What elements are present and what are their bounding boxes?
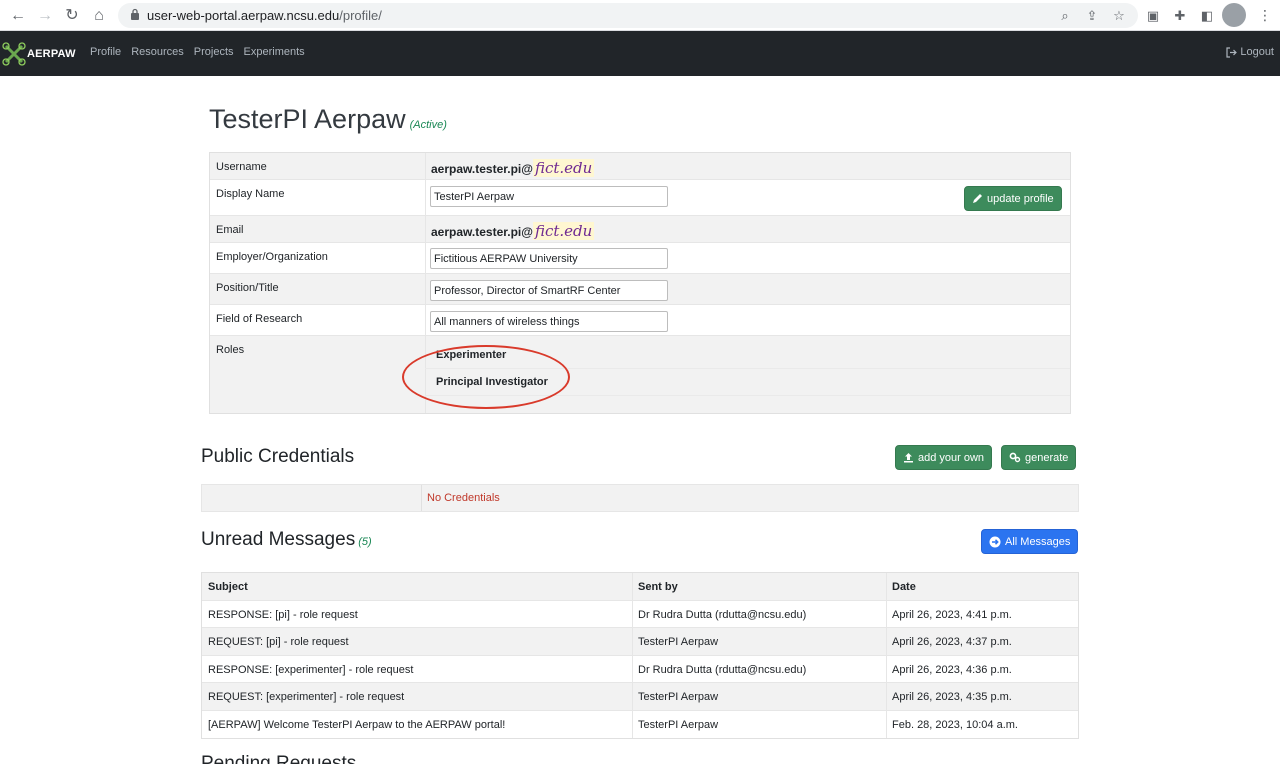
position-input[interactable]: [430, 280, 668, 301]
employer-input[interactable]: [430, 248, 668, 269]
home-icon[interactable]: ⌂: [89, 6, 109, 26]
credentials-table: No Credentials: [201, 484, 1079, 512]
message-sender: TesterPI Aerpaw: [638, 636, 719, 648]
pending-requests-title: Pending Requests: [201, 753, 357, 764]
lock-icon: [131, 8, 139, 20]
menu-icon[interactable]: ⋮: [1258, 5, 1272, 25]
roles-label: Roles: [216, 344, 245, 356]
annotation-ellipse: [402, 345, 570, 409]
display-name-row: Display Name update profile: [210, 180, 1070, 216]
table-row[interactable]: REQUEST: [experimenter] - role request T…: [202, 683, 1078, 711]
username-domain: fict.edu: [532, 159, 595, 177]
share-icon[interactable]: ⇪: [1083, 7, 1101, 25]
email-row: Email aerpaw.tester.pi@ fict.edu: [210, 216, 1070, 243]
username-row: Username aerpaw.tester.pi@ fict.edu: [210, 153, 1070, 180]
messages-header-row: Subject Sent by Date: [202, 573, 1078, 601]
field-of-research-label: Field of Research: [216, 313, 303, 325]
arrow-circle-right-icon: [989, 536, 1001, 547]
brand[interactable]: AERPAW: [2, 41, 76, 67]
page-title: TesterPI Aerpaw (Active): [209, 104, 447, 135]
side-panel-icon[interactable]: ◧: [1198, 7, 1216, 25]
update-profile-button[interactable]: update profile: [964, 186, 1062, 211]
gears-icon: [1009, 452, 1021, 463]
table-row[interactable]: [AERPAW] Welcome TesterPI Aerpaw to the …: [202, 710, 1078, 738]
nav-resources-link[interactable]: Resources: [131, 46, 184, 58]
employer-label: Employer/Organization: [216, 251, 328, 263]
site-navbar: AERPAW Profile Resources Projects Experi…: [0, 31, 1280, 76]
header-subject: Subject: [208, 581, 248, 593]
credentials-title: Public Credentials: [201, 446, 355, 467]
profile-table: Username aerpaw.tester.pi@ fict.edu Displ…: [209, 152, 1071, 414]
display-name-input[interactable]: [430, 186, 668, 207]
url-text: user-web-portal.aerpaw.ncsu.edu/profile/: [147, 8, 382, 23]
position-row: Position/Title: [210, 274, 1070, 305]
all-messages-button[interactable]: All Messages: [981, 529, 1079, 554]
status-badge: (Active): [409, 119, 447, 131]
field-of-research-row: Field of Research: [210, 305, 1070, 336]
employer-row: Employer/Organization: [210, 243, 1070, 274]
forward-icon[interactable]: →: [35, 6, 55, 26]
messages-table: Subject Sent by Date RESPONSE: [pi] - ro…: [201, 572, 1079, 739]
zoom-icon[interactable]: ⌕: [1056, 7, 1074, 25]
email-label: Email: [216, 224, 244, 236]
position-label: Position/Title: [216, 282, 279, 294]
email-domain: fict.edu: [532, 222, 595, 240]
brand-name: AERPAW: [27, 48, 76, 60]
message-subject[interactable]: REQUEST: [pi] - role request: [208, 636, 349, 648]
message-date: April 26, 2023, 4:36 p.m.: [892, 663, 1012, 676]
back-icon[interactable]: ←: [8, 6, 28, 26]
message-subject[interactable]: REQUEST: [experimenter] - role request: [208, 691, 404, 703]
user-full-name: TesterPI Aerpaw: [209, 104, 406, 134]
message-date: Feb. 28, 2023, 10:04 a.m.: [892, 718, 1018, 731]
profile-avatar[interactable]: [1222, 3, 1246, 27]
aerpaw-logo-icon: [2, 42, 26, 66]
reload-icon[interactable]: ↻: [62, 6, 82, 26]
bookmark-star-icon[interactable]: ☆: [1110, 7, 1128, 25]
pencil-icon: [973, 194, 982, 203]
add-your-own-button[interactable]: add your own: [895, 445, 993, 470]
message-sender: TesterPI Aerpaw: [638, 691, 719, 703]
nav-experiments-link[interactable]: Experiments: [244, 46, 305, 58]
messages-count: (5): [358, 536, 372, 548]
header-date: Date: [892, 581, 916, 593]
message-date: April 26, 2023, 4:35 p.m.: [892, 691, 1012, 703]
nav-projects-link[interactable]: Projects: [194, 46, 234, 58]
username-label: Username: [216, 161, 267, 173]
browser-toolbar: ← → ↻ ⌂ user-web-portal.aerpaw.ncsu.edu/…: [0, 0, 1280, 31]
field-of-research-input[interactable]: [430, 311, 668, 332]
no-credentials-text: No Credentials: [427, 492, 500, 504]
message-sender: Dr Rudra Dutta (rdutta@ncsu.edu): [638, 608, 807, 621]
nav-links: Profile Resources Projects Experiments: [90, 46, 305, 58]
table-row[interactable]: RESPONSE: [pi] - role request Dr Rudra D…: [202, 600, 1078, 628]
upload-icon: [904, 453, 913, 463]
message-date: April 26, 2023, 4:37 p.m.: [892, 636, 1012, 648]
message-sender: TesterPI Aerpaw: [638, 718, 719, 731]
message-sender: Dr Rudra Dutta (rdutta@ncsu.edu): [638, 663, 807, 676]
message-subject[interactable]: [AERPAW] Welcome TesterPI Aerpaw to the …: [208, 719, 505, 731]
messages-title: Unread Messages (5): [201, 529, 372, 550]
roles-row: Roles Experimenter Principal Investigato…: [210, 336, 1070, 413]
message-subject[interactable]: RESPONSE: [pi] - role request: [208, 609, 358, 621]
extension-icon[interactable]: ▣: [1144, 7, 1162, 25]
header-sent-by: Sent by: [638, 581, 678, 593]
display-name-label: Display Name: [216, 188, 285, 200]
table-row[interactable]: REQUEST: [pi] - role request TesterPI Ae…: [202, 628, 1078, 656]
generate-button[interactable]: generate: [1001, 445, 1077, 470]
address-bar[interactable]: user-web-portal.aerpaw.ncsu.edu/profile/…: [118, 3, 1138, 28]
message-subject[interactable]: RESPONSE: [experimenter] - role request: [208, 664, 413, 676]
logout-icon: [1226, 46, 1238, 58]
email-value: aerpaw.tester.pi@ fict.edu: [431, 222, 595, 240]
puzzle-icon[interactable]: ✚: [1171, 7, 1189, 25]
nav-profile-link[interactable]: Profile: [90, 46, 121, 58]
logout-link[interactable]: Logout: [1226, 46, 1274, 58]
table-row[interactable]: RESPONSE: [experimenter] - role request …: [202, 655, 1078, 683]
username-value: aerpaw.tester.pi@ fict.edu: [431, 159, 595, 177]
message-date: April 26, 2023, 4:41 p.m.: [892, 608, 1012, 621]
